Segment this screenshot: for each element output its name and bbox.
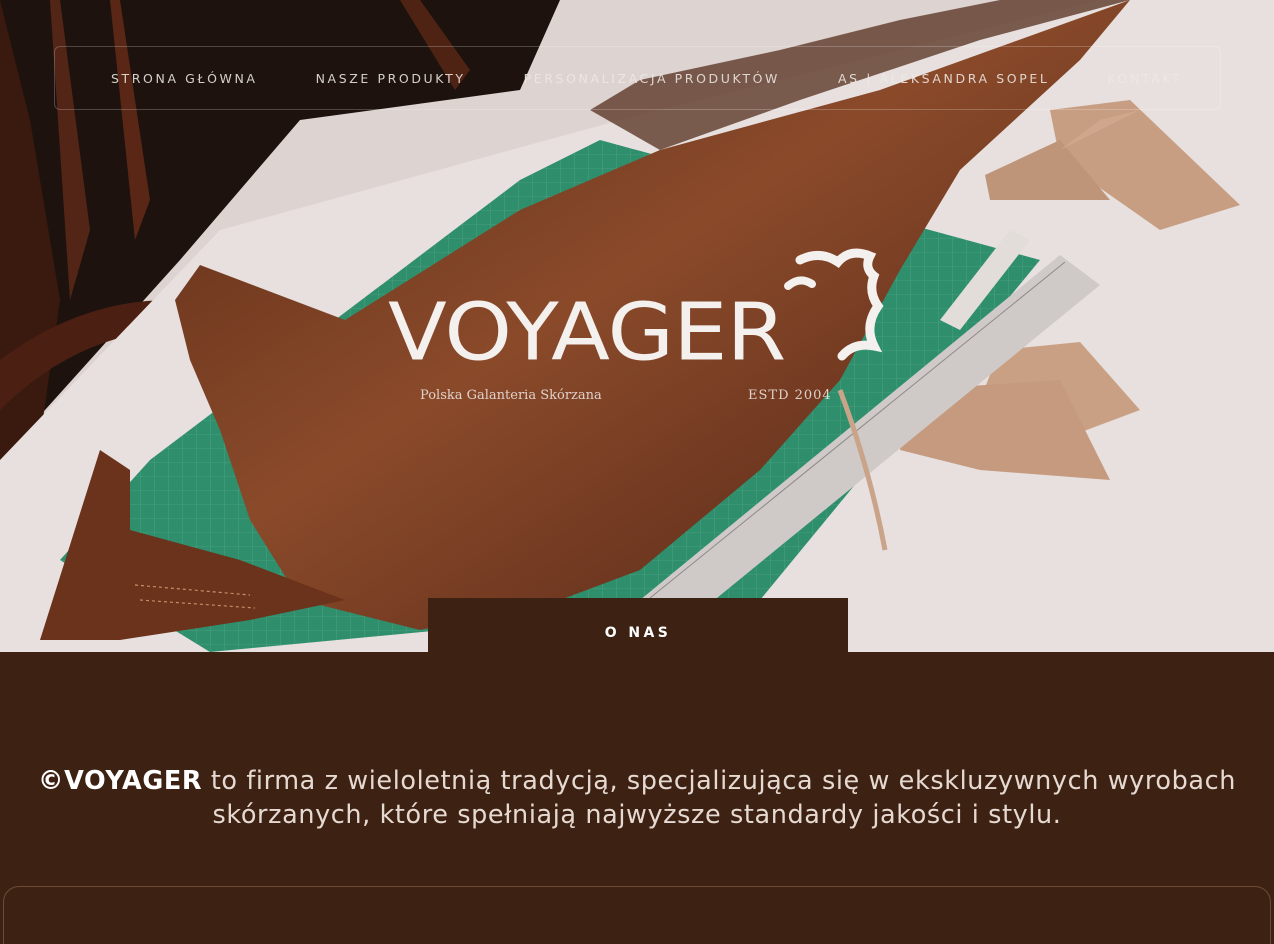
brand-wordmark: VOYAGER — [388, 287, 786, 379]
main-navigation: STRONA GŁÓWNA NASZE PRODUKTY PERSONALIZA… — [54, 46, 1221, 110]
brand-logo: VOYAGER Polska Galanteria Skórzana ESTD … — [388, 246, 888, 416]
hero-banner: STRONA GŁÓWNA NASZE PRODUKTY PERSONALIZA… — [0, 0, 1274, 652]
content-card — [3, 886, 1271, 944]
nav-item-contact[interactable]: KONTAKT — [1107, 71, 1182, 86]
about-tab-label: O NAS — [604, 625, 672, 641]
brand-tagline: Polska Galanteria Skórzana — [420, 388, 602, 403]
brand-mark: ©VOYAGER — [38, 766, 203, 796]
intro-line-1: to firma z wieloletnią tradycją, specjal… — [202, 766, 1236, 796]
leather-hide-icon — [784, 248, 884, 361]
nav-item-personalization[interactable]: PERSONALIZACJA PRODUKTÓW — [524, 71, 780, 86]
about-section-tab[interactable]: O NAS — [428, 598, 848, 670]
nav-item-home[interactable]: STRONA GŁÓWNA — [111, 71, 258, 86]
nav-item-products[interactable]: NASZE PRODUKTY — [316, 71, 466, 86]
intro-line-2: skórzanych, które spełniają najwyższe st… — [212, 800, 1062, 830]
about-intro-text: ©VOYAGER to firma z wieloletnią tradycją… — [20, 764, 1254, 832]
nav-item-aleksandra-sopel[interactable]: AS | ALEKSANDRA SOPEL — [838, 71, 1049, 86]
brand-established: ESTD 2004 — [748, 388, 832, 403]
